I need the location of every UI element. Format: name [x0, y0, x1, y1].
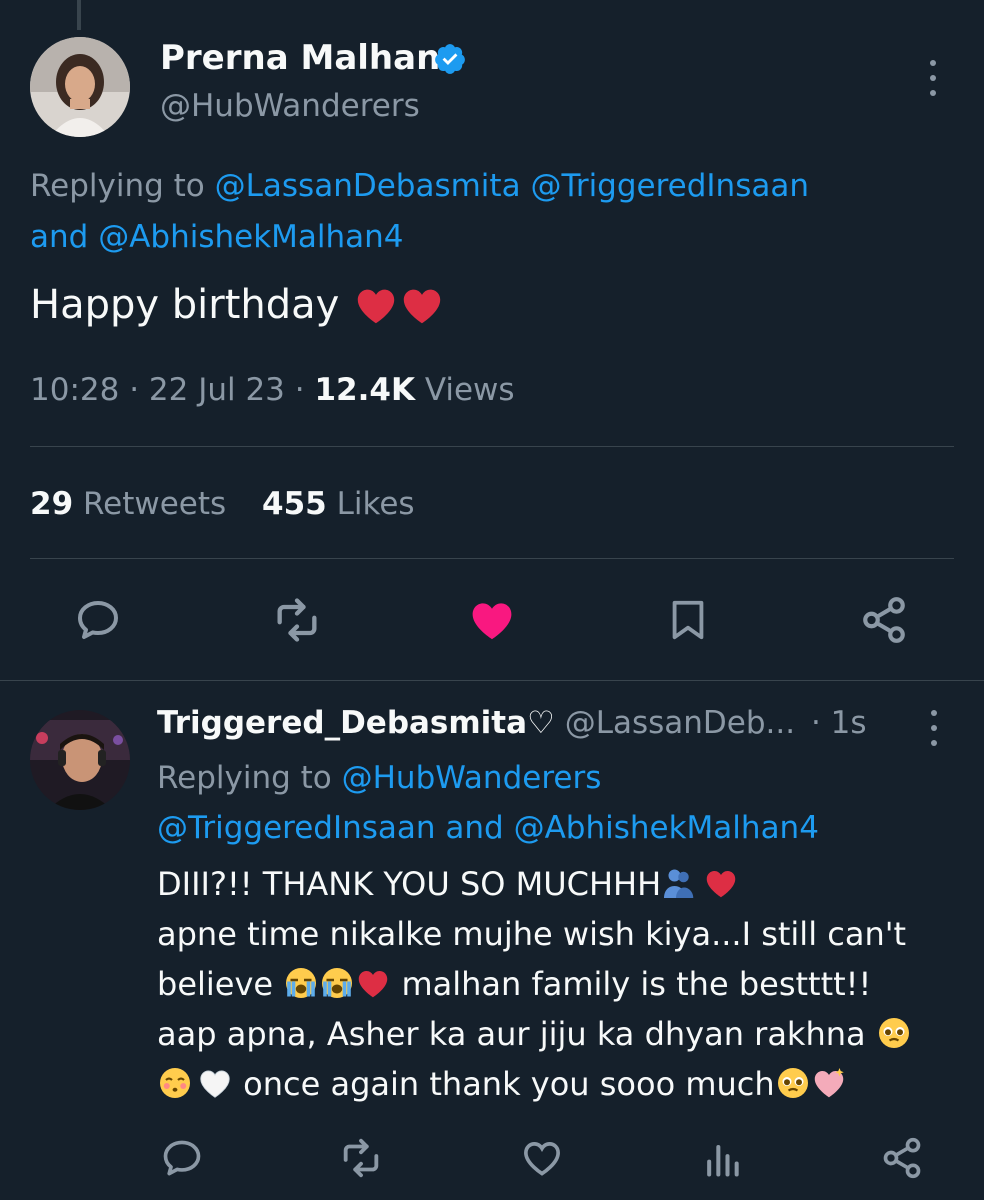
sparkling-heart-emoji-icon	[811, 1065, 847, 1101]
author-avatar[interactable]	[30, 37, 130, 137]
views-icon[interactable]	[696, 1132, 748, 1184]
replying-to-label: Replying to	[157, 760, 342, 796]
reply-author-name[interactable]: Triggered_Debasmita♡	[157, 705, 555, 741]
reply-replying-to-line-2: @TriggeredInsaan and @AbhishekMalhan4	[157, 802, 819, 854]
mention-link[interactable]: @TriggeredInsaan	[157, 810, 436, 846]
reply-line: believe malhan family is the bestttt!!	[157, 959, 957, 1009]
red-heart-emoji-icon	[355, 965, 391, 1001]
views-count: 12.4K	[314, 372, 415, 408]
likes-stat[interactable]: 455 Likes	[262, 486, 415, 522]
red-heart-emoji-icon	[399, 282, 445, 328]
bookmark-icon[interactable]	[662, 594, 714, 646]
red-heart-emoji-icon	[353, 282, 399, 328]
retweets-stat[interactable]: 29 Retweets	[30, 486, 226, 522]
replying-to-label: Replying to	[30, 168, 215, 204]
reply-line: aap apna, Asher ka aur jiju ka dhyan rak…	[157, 1009, 957, 1059]
author-name[interactable]: Prerna Malhan	[160, 38, 440, 78]
reply-line-4: aap apna, Asher ka aur jiju ka dhyan rak…	[157, 1015, 876, 1053]
reply-line: apne time nikalke mujhe wish kiya...I st…	[157, 915, 907, 953]
reply-line-3b: malhan family is the bestttt!!	[391, 965, 872, 1003]
reply-author-handle[interactable]: @LassanDeb...	[565, 705, 795, 741]
reply-icon[interactable]	[72, 594, 124, 646]
divider	[30, 558, 954, 559]
white-heart-emoji-icon	[197, 1065, 233, 1101]
retweet-icon[interactable]	[271, 594, 323, 646]
like-icon[interactable]	[466, 594, 518, 646]
reply-header: Triggered_Debasmita♡ @LassanDeb... · 1s	[157, 705, 867, 741]
red-heart-emoji-icon	[703, 865, 739, 901]
kissing-face-emoji-icon	[157, 1065, 193, 1101]
replying-to-line-2: and @AbhishekMalhan4	[30, 211, 404, 263]
share-icon[interactable]	[876, 1132, 928, 1184]
verified-badge-icon	[433, 42, 467, 76]
mention-link[interactable]: @AbhishekMalhan4	[98, 219, 403, 255]
reply-line-1: DIII?!! THANK YOU SO MUCHHH	[157, 865, 662, 903]
loudly-crying-emoji-icon	[283, 965, 319, 1001]
tweet-text: Happy birthday	[30, 282, 445, 328]
reply-author-avatar[interactable]	[30, 710, 130, 810]
tweet-timestamp[interactable]: 10:28 · 22 Jul 23 ·	[30, 372, 314, 408]
engagement-stats: 29 Retweets 455 Likes	[30, 486, 415, 522]
like-icon[interactable]	[516, 1132, 568, 1184]
pleading-face-emoji-icon	[876, 1015, 912, 1051]
replying-to-line: Replying to @LassanDebasmita @TriggeredI…	[30, 160, 809, 212]
pleading-face-emoji-icon	[775, 1065, 811, 1101]
reply-text: DIII?!! THANK YOU SO MUCHHH apne time ni…	[157, 859, 957, 1109]
divider	[0, 680, 984, 681]
tweet-text-content: Happy birthday	[30, 282, 340, 328]
views-label: Views	[414, 372, 515, 408]
share-icon[interactable]	[858, 594, 910, 646]
mention-link[interactable]: @LassanDebasmita	[215, 168, 521, 204]
replying-and-label: and	[435, 810, 514, 846]
likes-label: Likes	[326, 486, 415, 522]
reply-icon[interactable]	[156, 1132, 208, 1184]
mention-link[interactable]: @TriggeredInsaan	[530, 168, 809, 204]
reply-timestamp[interactable]: · 1s	[811, 705, 867, 741]
people-hugging-emoji-icon	[661, 865, 697, 901]
reply-line: once again thank you sooo much	[157, 1059, 957, 1109]
reply-line: DIII?!! THANK YOU SO MUCHHH	[157, 859, 957, 909]
retweets-label: Retweets	[73, 486, 227, 522]
retweet-icon[interactable]	[335, 1132, 387, 1184]
tweet-meta: 10:28 · 22 Jul 23 · 12.4K Views	[30, 372, 515, 408]
more-icon[interactable]	[928, 710, 940, 746]
thread-connector-line	[77, 0, 81, 30]
mention-link[interactable]: @AbhishekMalhan4	[514, 810, 819, 846]
loudly-crying-emoji-icon	[319, 965, 355, 1001]
reply-replying-to-line: Replying to @HubWanderers	[157, 752, 601, 804]
replying-and-label: and	[30, 219, 99, 255]
author-handle[interactable]: @HubWanderers	[160, 88, 420, 124]
divider	[30, 446, 954, 447]
retweets-count: 29	[30, 486, 74, 522]
mention-link[interactable]: @HubWanderers	[342, 760, 602, 796]
more-icon[interactable]	[927, 60, 939, 96]
reply-line-3a: believe	[157, 965, 284, 1003]
reply-line-5: once again thank you sooo much	[233, 1065, 775, 1103]
likes-count: 455	[262, 486, 327, 522]
